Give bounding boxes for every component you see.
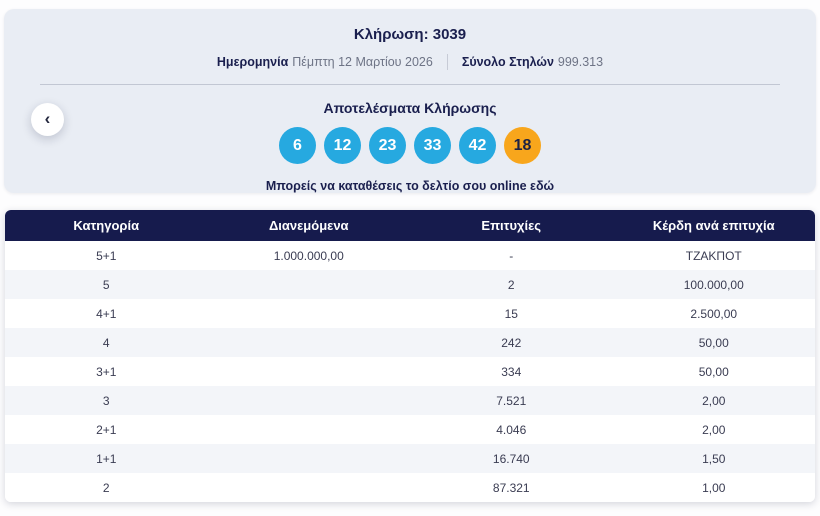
table-cell	[208, 328, 411, 357]
column-header: Επιτυχίες	[481, 218, 542, 233]
table-cell	[208, 357, 411, 386]
table-cell: 4	[102, 335, 110, 350]
table-cell: 334	[501, 364, 522, 379]
winning-numbers-row: 6 12 23 33 42 18	[4, 127, 816, 164]
table-cell: 5+1	[96, 248, 117, 263]
meta-divider	[446, 54, 448, 70]
table-cell: 2+1	[96, 422, 117, 437]
lottery-number-ball: 33	[414, 127, 451, 164]
table-cell	[208, 299, 411, 328]
table-cell	[208, 473, 411, 502]
draw-summary-panel: Κλήρωση: 3039 Ημερομηνία Πέμπτη 12 Μαρτίο…	[4, 9, 816, 193]
draw-date-label: Ημερομηνία	[216, 55, 289, 69]
table-cell: 1,50	[702, 451, 726, 466]
table-cell: 4.046	[496, 422, 527, 437]
total-columns: Σύνολο Στηλών 999.313	[462, 55, 603, 69]
table-row: 2 87.321 1,00	[5, 473, 815, 502]
table-cell	[208, 386, 411, 415]
table-cell: 1,00	[702, 480, 726, 495]
table-cell: 1.000.000,00	[273, 248, 344, 263]
column-header: Κατηγορία	[73, 218, 140, 233]
prize-table-body: 5+1 1.000.000,00 - ΤΖΑΚΠΟΤ 5 2 100.000,00 4+1 15…	[5, 241, 815, 502]
table-cell: 2,00	[702, 393, 726, 408]
lottery-number-ball: 6	[279, 127, 316, 164]
table-cell	[208, 444, 411, 473]
table-cell: ΤΖΑΚΠΟΤ	[685, 248, 742, 263]
table-row: 3 7.521 2,00	[5, 386, 815, 415]
table-cell: 2.500,00	[690, 306, 738, 321]
table-cell: 15	[504, 306, 518, 321]
table-cell: 242	[501, 335, 522, 350]
table-cell: 1+1	[96, 451, 117, 466]
table-row: 1+1 16.740 1,50	[5, 444, 815, 473]
table-row: 4+1 15 2.500,00	[5, 299, 815, 328]
draw-meta-row: Ημερομηνία Πέμπτη 12 Μαρτίου 2026 Σύνολο …	[4, 54, 816, 70]
lottery-number-ball: 42	[459, 127, 496, 164]
column-header: Διανεμόμενα	[268, 218, 349, 233]
draw-date: Ημερομηνία Πέμπτη 12 Μαρτίου 2026	[217, 55, 433, 69]
results-title: Αποτελέσματα Κλήρωσης	[323, 100, 497, 116]
total-columns-label: Σύνολο Στηλών	[461, 55, 554, 69]
lottery-number-ball: 23	[369, 127, 406, 164]
table-cell: 16.740	[492, 451, 530, 466]
prize-table: Κατηγορία Διανεμόμενα Επιτυχίες Κέρδη ανά ε…	[5, 210, 815, 502]
table-cell: 2	[507, 277, 515, 292]
table-cell: 50,00	[698, 335, 729, 350]
bonus-number-ball: 18	[504, 127, 541, 164]
table-cell: 2	[102, 480, 110, 495]
table-cell: 2,00	[702, 422, 726, 437]
total-columns-value: 999.313	[557, 55, 604, 69]
table-cell: 3+1	[96, 364, 117, 379]
draw-number-title: Κλήρωση: 3039	[353, 26, 467, 43]
table-row: 4 242 50,00	[5, 328, 815, 357]
table-cell: 50,00	[698, 364, 729, 379]
table-cell: -	[509, 248, 514, 263]
lottery-number-ball: 12	[324, 127, 361, 164]
table-cell	[208, 270, 411, 299]
previous-draw-button[interactable]: ‹	[31, 103, 64, 136]
table-row: 3+1 334 50,00	[5, 357, 815, 386]
table-row: 5+1 1.000.000,00 - ΤΖΑΚΠΟΤ	[5, 241, 815, 270]
table-cell: 3	[102, 393, 110, 408]
prize-table-header: Κατηγορία Διανεμόμενα Επιτυχίες Κέρδη ανά ε…	[5, 210, 815, 241]
table-cell: 7.521	[496, 393, 527, 408]
table-row: 5 2 100.000,00	[5, 270, 815, 299]
table-cell: 5	[102, 277, 110, 292]
draw-date-value: Πέμπτη 12 Μαρτίου 2026	[292, 55, 433, 69]
table-cell: 4+1	[96, 306, 117, 321]
chevron-left-icon: ‹	[44, 109, 51, 128]
online-submit-link[interactable]: Μπορείς να καταθέσεις το δελτίο σου onli…	[4, 179, 816, 193]
panel-divider	[40, 84, 780, 85]
table-cell	[208, 415, 411, 444]
column-header: Κέρδη ανά επιτυχία	[652, 218, 775, 233]
table-cell: 87.321	[492, 480, 530, 495]
table-cell: 100.000,00	[683, 277, 744, 292]
table-row: 2+1 4.046 2,00	[5, 415, 815, 444]
